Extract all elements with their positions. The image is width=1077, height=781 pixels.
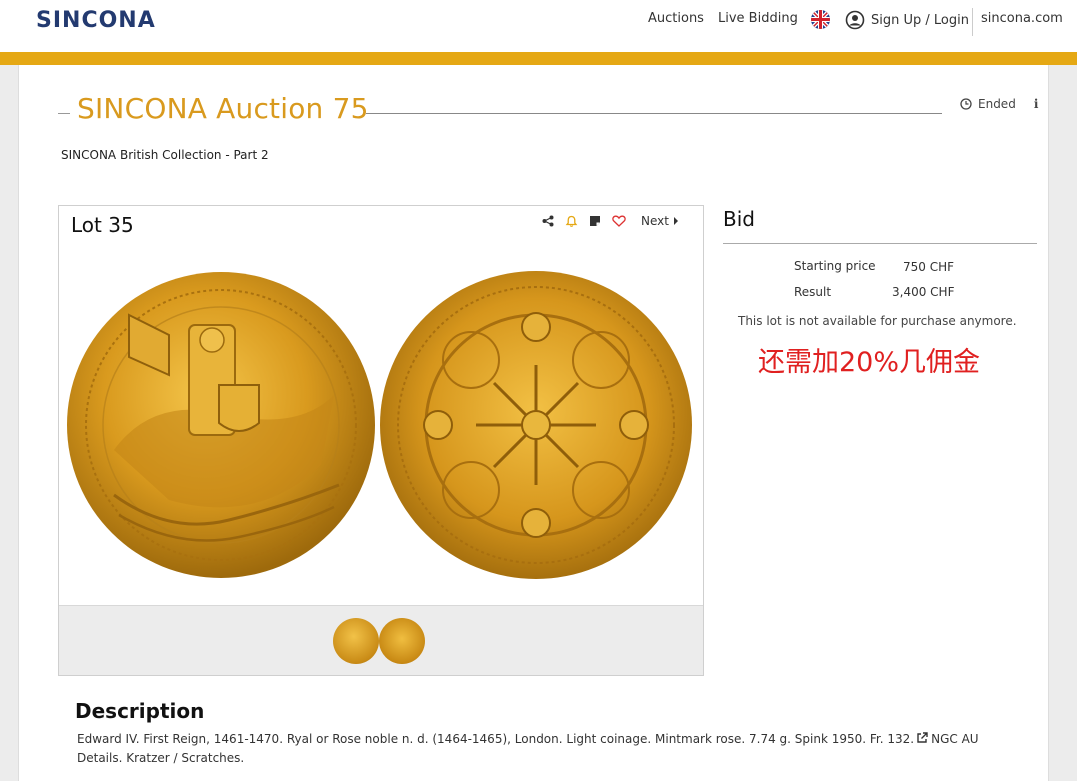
accent-bar: [0, 52, 1077, 65]
coin-reverse: [380, 271, 692, 579]
next-label: Next: [641, 214, 669, 228]
bid-rule: [723, 243, 1037, 244]
result-label: Result: [794, 285, 832, 299]
next-lot-link[interactable]: Next: [641, 214, 679, 228]
description-heading: Description: [75, 699, 205, 723]
starting-price-label: Starting price: [794, 259, 876, 273]
thumbnail-strip: [59, 605, 703, 675]
description-tail: Details. Kratzer / Scratches.: [77, 751, 245, 765]
ngc-grade-link[interactable]: NGC AU: [931, 732, 978, 746]
thumbnail-reverse[interactable]: [379, 618, 425, 664]
lot-toolbar: Next: [542, 212, 679, 230]
result-value: 3,400 CHF: [892, 285, 955, 299]
bell-icon[interactable]: [565, 215, 578, 228]
external-link-icon: [917, 732, 928, 743]
auction-status: Ended i: [960, 97, 1038, 111]
coin-obverse: [67, 272, 375, 578]
uk-flag-icon[interactable]: [811, 10, 830, 29]
clock-icon: [960, 98, 972, 110]
caret-right-icon: [673, 217, 678, 225]
commission-note: 还需加20%几佣金: [758, 347, 981, 378]
auction-subtitle: SINCONA British Collection - Part 2: [61, 148, 269, 162]
nav-auctions[interactable]: Auctions: [648, 11, 704, 26]
lot-image-viewer[interactable]: [59, 245, 703, 603]
nav-login[interactable]: Sign Up / Login: [871, 13, 969, 28]
site-logo[interactable]: SINCONA: [36, 8, 156, 33]
share-icon[interactable]: [542, 215, 554, 227]
title-rule: [366, 113, 942, 114]
top-header: SINCONA Auctions Live Bidding Sign Up / …: [0, 0, 1077, 52]
user-circle-icon[interactable]: [845, 10, 865, 30]
heart-icon[interactable]: [612, 215, 626, 227]
status-label: Ended: [978, 97, 1016, 111]
description-text: Edward IV. First Reign, 1461-1470. Ryal …: [77, 730, 1017, 768]
bid-heading: Bid: [723, 207, 755, 231]
auction-title: SINCONA Auction 75: [77, 92, 369, 125]
title-dash: [58, 113, 70, 114]
starting-price-value: 750 CHF: [903, 260, 955, 274]
nav-divider: [972, 8, 973, 36]
note-icon[interactable]: [589, 215, 601, 227]
nav-live-bidding[interactable]: Live Bidding: [718, 11, 798, 26]
lot-title: Lot 35: [71, 213, 134, 237]
info-icon[interactable]: i: [1034, 97, 1039, 111]
coin-image: [67, 271, 692, 579]
description-body: Edward IV. First Reign, 1461-1470. Ryal …: [77, 732, 915, 746]
nav-sincona-site[interactable]: sincona.com: [981, 11, 1063, 26]
thumbnail-obverse[interactable]: [333, 618, 379, 664]
availability-message: This lot is not available for purchase a…: [738, 314, 1017, 328]
